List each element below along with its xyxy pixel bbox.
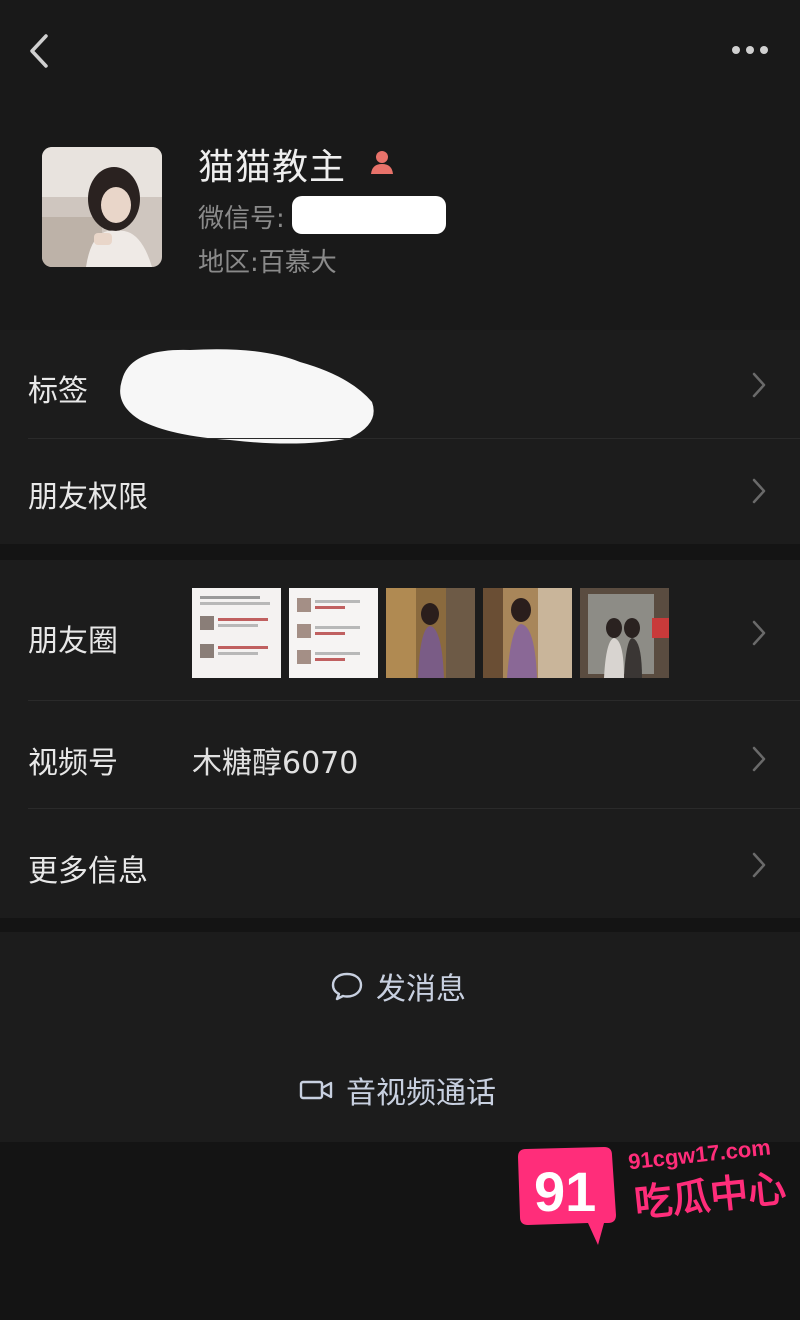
channels-label: 视频号 (28, 746, 118, 781)
tags-row[interactable]: 标签 (0, 330, 800, 444)
chevron-right-icon (752, 620, 766, 646)
more-button[interactable] (722, 30, 778, 70)
moments-thumbnail (580, 588, 669, 678)
top-bar (0, 0, 800, 100)
chat-bubble-icon (331, 972, 363, 1001)
chevron-right-icon (752, 372, 766, 398)
moments-channels-section: 朋友圈 视频号 木糖醇6070 更多信息 (0, 560, 800, 918)
back-button[interactable] (20, 26, 64, 76)
profile-card: 猫猫教主 微信号: 地区:百慕大 (0, 100, 800, 330)
more-info-label: 更多信息 (28, 854, 148, 889)
tags-label: 标签 (28, 374, 88, 409)
watermark-number: 91 (534, 1160, 596, 1223)
tags-redaction (120, 349, 374, 444)
video-camera-icon (299, 1080, 333, 1100)
region-text: 地区:百慕大 (198, 248, 337, 278)
female-person-icon (371, 151, 393, 174)
moments-thumbnails (192, 588, 682, 678)
send-message-button[interactable]: 发消息 (0, 946, 800, 1026)
moments-thumbnail (386, 588, 475, 678)
avatar[interactable] (42, 147, 162, 267)
watermark-url: 91cgw17.com (627, 1134, 772, 1174)
friend-permissions-label: 朋友权限 (28, 480, 148, 515)
chevron-left-icon (30, 34, 48, 68)
wechat-id-label: 微信号: (198, 204, 285, 234)
chevron-right-icon (752, 746, 766, 772)
moments-thumbnail (289, 588, 378, 678)
tags-permissions-section: 标签 朋友权限 (0, 330, 800, 544)
moments-thumbnail (483, 588, 572, 678)
send-message-label: 发消息 (376, 972, 466, 1007)
av-call-label: 音视频通话 (346, 1076, 496, 1111)
friend-permissions-row[interactable]: 朋友权限 (0, 438, 800, 544)
channels-value: 木糖醇6070 (192, 746, 359, 781)
nickname: 猫猫教主 (198, 147, 347, 188)
chevron-right-icon (752, 852, 766, 878)
more-horizontal-icon (732, 46, 768, 54)
wechat-id-redaction (292, 196, 446, 234)
moments-thumbnail (192, 588, 281, 678)
site-watermark: 91 91cgw17.com 吃瓜中心 (508, 1105, 800, 1255)
watermark-text: 吃瓜中心 (632, 1166, 788, 1226)
more-info-row[interactable]: 更多信息 (0, 808, 800, 918)
channels-row[interactable]: 视频号 木糖醇6070 (0, 700, 800, 808)
moments-label: 朋友圈 (28, 624, 118, 659)
chevron-right-icon (752, 478, 766, 504)
moments-row[interactable]: 朋友圈 (0, 560, 800, 700)
